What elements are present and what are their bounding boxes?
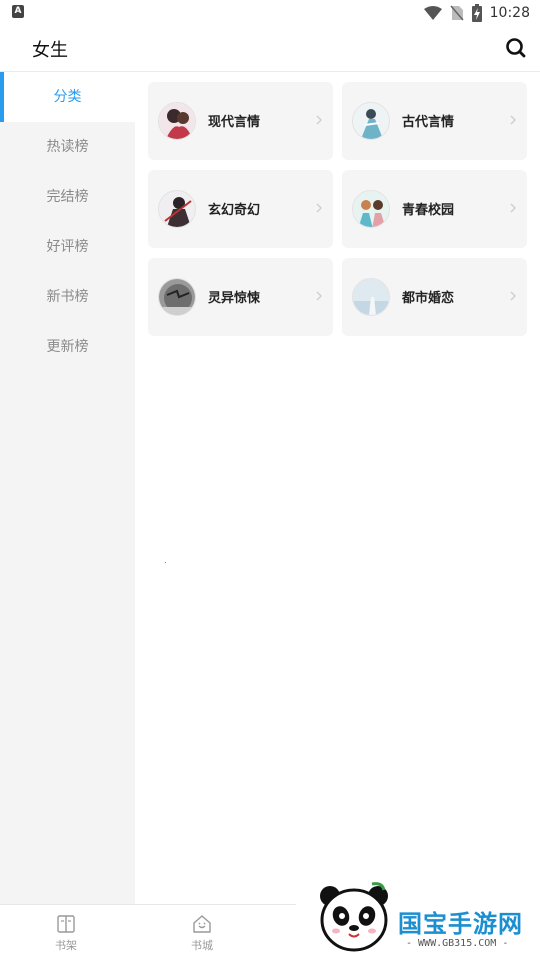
chevron-right-icon: [510, 115, 516, 125]
status-icons: 10:28: [423, 3, 530, 23]
chevron-right-icon: [316, 203, 322, 213]
campus-avatar: [352, 190, 390, 228]
category-card-urban-marriage[interactable]: 都市婚恋: [342, 258, 527, 336]
store-icon: [193, 915, 211, 933]
app-notification-icon: A: [12, 5, 24, 18]
category-card-ancient-romance[interactable]: 古代言情: [342, 82, 527, 160]
category-card-modern-romance[interactable]: 现代言情: [148, 82, 333, 160]
chevron-right-icon: [316, 115, 322, 125]
status-time: 10:28: [489, 5, 530, 21]
book-open-icon: [57, 915, 75, 933]
category-label: 玄幻奇幻: [208, 203, 261, 218]
modern-romance-avatar: [158, 102, 196, 140]
watermark-brand: 国宝手游网: [398, 910, 523, 938]
sidebar-item-hot-reading[interactable]: 热读榜: [0, 122, 135, 172]
page-title: 女生: [32, 40, 68, 61]
watermark-overlay: 国宝手游网 - WWW.GB315.COM -: [296, 868, 540, 960]
nav-label-bookstore: 书城: [191, 939, 213, 952]
category-label: 现代言情: [208, 115, 261, 130]
category-card-thriller[interactable]: 灵异惊悚: [148, 258, 333, 336]
panda-logo-icon: [320, 882, 388, 952]
nav-label-bookshelf: 书架: [55, 939, 77, 952]
stray-dot: [165, 562, 166, 563]
wifi-icon: [423, 6, 442, 20]
urban-marriage-avatar: [352, 278, 390, 316]
category-label: 古代言情: [402, 115, 455, 130]
chevron-right-icon: [510, 203, 516, 213]
top-header: 女生: [0, 26, 540, 72]
category-label: 灵异惊悚: [208, 291, 261, 306]
search-icon: [506, 38, 526, 58]
sidebar: 分类 热读榜 完结榜 好评榜 新书榜 更新榜: [0, 72, 135, 904]
fantasy-avatar: [158, 190, 196, 228]
sidebar-item-updated[interactable]: 更新榜: [0, 322, 135, 372]
ancient-romance-avatar: [352, 102, 390, 140]
sidebar-item-top-rated[interactable]: 好评榜: [0, 222, 135, 272]
category-label: 都市婚恋: [402, 291, 455, 306]
no-sim-icon: [450, 5, 464, 21]
sidebar-item-category[interactable]: 分类: [0, 72, 135, 122]
thriller-avatar: [158, 278, 196, 316]
chevron-right-icon: [510, 291, 516, 301]
category-label: 青春校园: [402, 203, 455, 218]
status-bar: A 10:28: [0, 0, 540, 26]
nav-item-bookstore[interactable]: 书城: [172, 913, 232, 953]
sidebar-item-completed[interactable]: 完结榜: [0, 172, 135, 222]
sidebar-item-new-books[interactable]: 新书榜: [0, 272, 135, 322]
search-button[interactable]: [504, 36, 528, 60]
battery-charging-icon: [471, 4, 482, 22]
watermark-url: - WWW.GB315.COM -: [406, 938, 509, 949]
nav-item-bookshelf[interactable]: 书架: [36, 913, 96, 953]
category-card-fantasy[interactable]: 玄幻奇幻: [148, 170, 333, 248]
category-card-campus[interactable]: 青春校园: [342, 170, 527, 248]
chevron-right-icon: [316, 291, 322, 301]
